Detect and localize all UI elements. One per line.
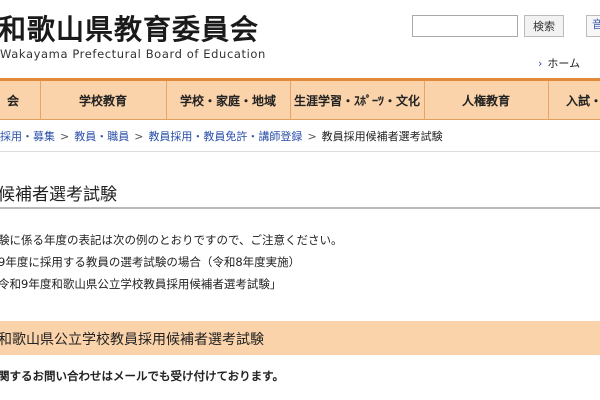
paragraph-exam-name: 令和9年度和歌山県公立学校教員採用候補者選考試験」: [0, 277, 282, 291]
title-underline: [0, 207, 600, 209]
breadcrumb-link-staff[interactable]: 教員・職員: [74, 130, 129, 143]
breadcrumb-separator-icon: >: [307, 130, 317, 143]
paragraph-year-notice: 験に係る年度の表記は次の例のとおりですので、ご注意ください。: [0, 233, 343, 247]
nav-item-human-rights[interactable]: 人権教育: [424, 81, 549, 119]
breadcrumb-link-recruitment[interactable]: 採用・募集: [0, 130, 55, 143]
breadcrumb-divider: [0, 151, 600, 152]
breadcrumb-separator-icon: >: [60, 130, 70, 143]
home-link-label: ホーム: [547, 57, 581, 70]
chevron-right-icon: ›: [538, 57, 543, 70]
paragraph-example: 9年度に採用する教員の選考試験の場合（令和8年度実施）: [0, 255, 301, 269]
nav-item-school-family-community[interactable]: 学校・家庭・地域: [166, 81, 291, 119]
breadcrumb: 採用・募集 > 教員・職員 > 教員採用・教員免許・講師登録 > 教員採用候補者選考試験: [0, 128, 443, 144]
breadcrumb-link-teacher-hiring[interactable]: 教員採用・教員免許・講師登録: [148, 130, 302, 143]
section-heading: 和歌山県公立学校教員採用候補者選考試験: [0, 332, 264, 348]
page-title: 候補者選考試験: [0, 185, 117, 205]
search-button[interactable]: 検索: [524, 15, 564, 37]
breadcrumb-separator-icon: >: [134, 130, 144, 143]
nav-item-board[interactable]: 会: [0, 81, 41, 119]
site-subtitle: Wakayama Prefectural Board of Education: [0, 47, 266, 61]
home-link[interactable]: › ホーム: [538, 55, 580, 71]
search-input[interactable]: [412, 15, 518, 37]
breadcrumb-current: 教員採用候補者選考試験: [321, 130, 443, 143]
site-header: 和歌山県教育委員会 Wakayama Prefectural Board of …: [0, 0, 600, 78]
nav-item-school-education[interactable]: 学校教育: [40, 81, 167, 119]
global-nav: 会 学校教育 学校・家庭・地域 生涯学習・ｽﾎﾟｰﾂ・文化 人権教育 入試・: [0, 81, 600, 120]
email-inquiry-notice: 関するお問い合わせはメールでも受け付けております。: [0, 369, 285, 383]
nav-item-lifelong-learning[interactable]: 生涯学習・ｽﾎﾟｰﾂ・文化: [290, 81, 425, 119]
nav-item-entrance-exams[interactable]: 入試・: [548, 81, 600, 119]
site-title[interactable]: 和歌山県教育委員会: [0, 8, 259, 48]
voice-reading-link[interactable]: 音: [586, 15, 600, 37]
